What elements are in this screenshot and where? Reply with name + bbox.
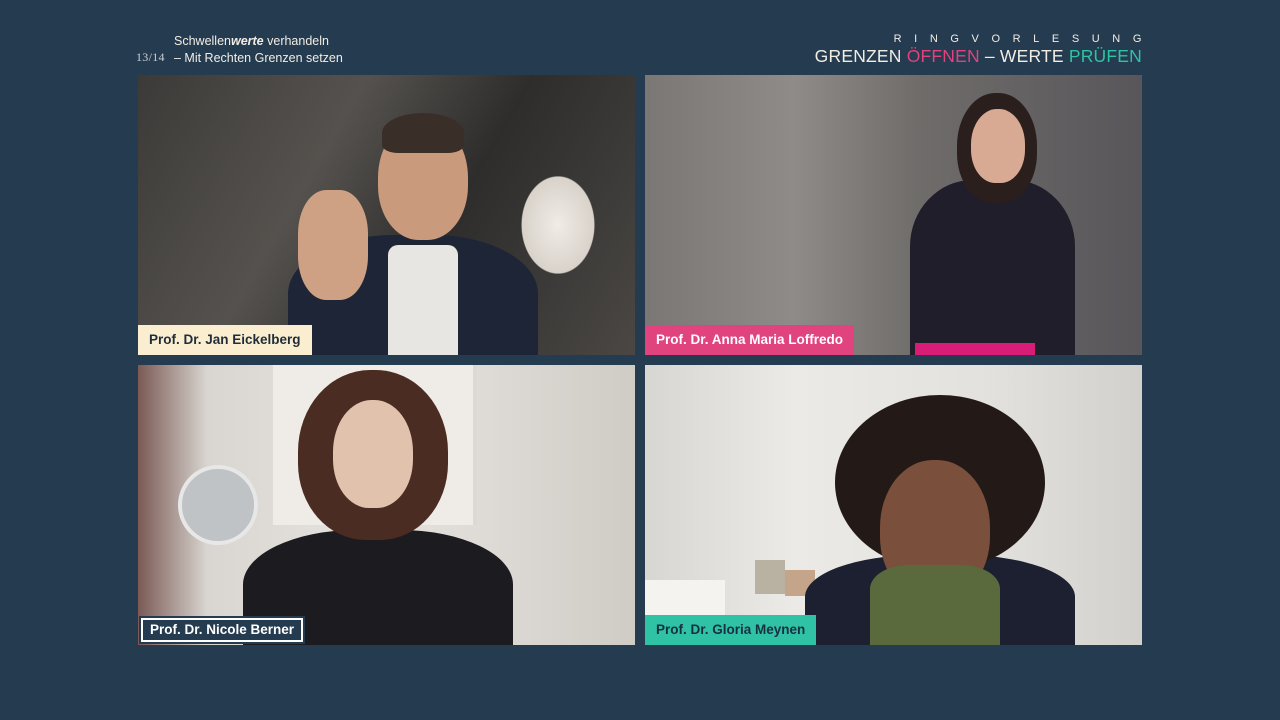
title-suffix: verhandeln (263, 34, 329, 48)
nametag: Prof. Dr. Anna Maria Loffredo (645, 325, 855, 355)
video-tile-meynen[interactable]: Prof. Dr. Gloria Meynen (645, 365, 1142, 645)
participant-skirt (915, 343, 1035, 355)
nametag: Prof. Dr. Jan Eickelberg (138, 325, 312, 355)
participant-hand (298, 190, 368, 300)
video-tile-loffredo[interactable]: Prof. Dr. Anna Maria Loffredo (645, 75, 1142, 355)
participant-scarf (870, 565, 1000, 645)
lecture-title-line1: Schwellenwerte verhandeln (174, 33, 343, 50)
series-title-part2: ÖFFNEN (906, 46, 980, 66)
series-label: RINGVORLESUNG (893, 33, 1154, 45)
lecture-title: Schwellenwerte verhandeln – Mit Rechten … (174, 33, 343, 67)
series-title: GRENZEN ÖFFNEN – WERTE PRÜFEN (815, 45, 1142, 67)
lecture-title-line2: – Mit Rechten Grenzen setzen (174, 51, 343, 65)
video-tile-eickelberg[interactable]: Prof. Dr. Jan Eickelberg (138, 75, 635, 355)
series-title-part1: GRENZEN (814, 46, 907, 66)
series-title-part3: – WERTE (979, 46, 1069, 66)
episode-counter: 13/14 (136, 50, 165, 64)
desk-fan (178, 465, 258, 545)
series-logo: RINGVORLESUNG GRENZEN ÖFFNEN – WERTE PRÜ… (815, 33, 1142, 67)
participant-hair (382, 113, 464, 153)
participant-head (333, 400, 413, 508)
participant-shirt (388, 245, 458, 355)
nametag: Prof. Dr. Nicole Berner (139, 616, 306, 644)
participant-head (971, 109, 1025, 183)
series-title-part4: PRÜFEN (1068, 46, 1142, 66)
title-emphasis: werte (230, 34, 264, 48)
video-tile-berner[interactable]: Prof. Dr. Nicole Berner (138, 365, 635, 645)
title-prefix: Schwellen (174, 34, 231, 48)
nametag: Prof. Dr. Gloria Meynen (645, 615, 817, 645)
picture-frame (755, 560, 785, 594)
participant-body (910, 180, 1075, 355)
